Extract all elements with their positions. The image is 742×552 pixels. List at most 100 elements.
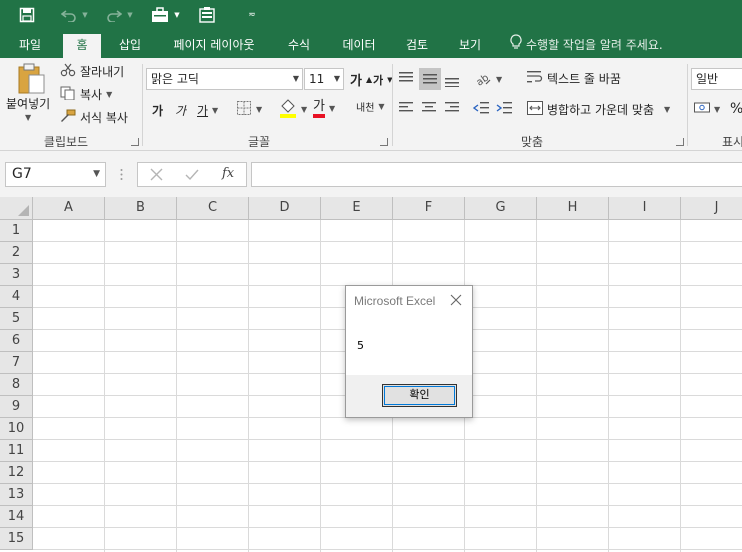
ok-button[interactable]: 확인 (382, 384, 457, 407)
column-header-h[interactable]: H (537, 197, 609, 220)
align-bottom-icon[interactable] (445, 71, 463, 91)
tab-file[interactable]: 파일 (8, 34, 52, 58)
font-color-button[interactable]: 가 ▼ (313, 99, 335, 118)
bold-button[interactable]: 가 (152, 102, 163, 119)
formula-bar-grip-icon[interactable] (120, 167, 123, 182)
row-header-6[interactable]: 6 (0, 330, 33, 352)
select-all-button[interactable] (0, 197, 33, 220)
merge-center-button[interactable]: 병합하고 가운데 맞춤 ▼ (527, 101, 670, 118)
row-header-7[interactable]: 7 (0, 352, 33, 374)
column-header-c[interactable]: C (177, 197, 249, 220)
row-header-15[interactable]: 15 (0, 528, 33, 550)
decrease-indent-icon[interactable] (473, 101, 489, 115)
format-painter-button[interactable]: 서식 복사 (60, 109, 128, 126)
clipboard-launcher-icon[interactable] (131, 138, 139, 146)
scissors-icon (60, 63, 76, 80)
customize-qat-icon[interactable]: ≂ (246, 4, 258, 26)
number-format-combo[interactable]: 일반 (691, 68, 742, 90)
row-header-14[interactable]: 14 (0, 506, 33, 528)
column-header-a[interactable]: A (33, 197, 105, 220)
italic-button[interactable]: 가 (175, 102, 186, 119)
redo-icon[interactable] (103, 4, 125, 26)
tab-page-layout[interactable]: 페이지 레이아웃 (163, 34, 265, 58)
font-size-combo[interactable]: 11 ▼ (304, 68, 344, 90)
cut-button[interactable]: 잘라내기 (60, 63, 124, 80)
paste-button[interactable]: 붙여넣기 ▼ (6, 97, 50, 125)
column-header-f[interactable]: F (393, 197, 465, 220)
align-center-icon[interactable] (422, 102, 436, 114)
undo-dropdown-icon[interactable]: ▼ (80, 4, 90, 26)
grow-font-label: 가 (350, 74, 362, 89)
row-header-11[interactable]: 11 (0, 440, 33, 462)
column-header-i[interactable]: I (609, 197, 681, 220)
tab-review[interactable]: 검토 (397, 34, 437, 58)
redo-dropdown-icon[interactable]: ▼ (125, 4, 135, 26)
grow-font-button[interactable]: 가 ▲ (350, 70, 372, 89)
fill-color-button[interactable]: ▼ (279, 98, 307, 121)
underline-button[interactable]: 가 ▼ (197, 102, 218, 119)
font-group-label: 글꼴 (247, 135, 271, 149)
paste-label: 붙여넣기 (6, 97, 51, 111)
font-name-combo[interactable]: 맑은 고딕 ▼ (146, 68, 303, 90)
tab-data[interactable]: 데이터 (333, 34, 385, 58)
number-group-label: 표시 (722, 135, 742, 149)
form-icon[interactable] (196, 4, 218, 26)
column-header-j[interactable]: J (681, 197, 742, 220)
paste-icon[interactable] (16, 63, 50, 94)
orientation-button[interactable]: ab ▼ (474, 70, 503, 89)
grid-column-line (608, 220, 609, 552)
align-right-icon[interactable] (445, 102, 459, 114)
undo-icon[interactable] (58, 4, 80, 26)
save-icon[interactable] (14, 4, 40, 26)
align-top-icon[interactable] (399, 68, 417, 88)
select-all-triangle-icon (18, 205, 29, 216)
row-header-10[interactable]: 10 (0, 418, 33, 440)
copy-button[interactable]: 복사 ▼ (60, 86, 112, 103)
enter-icon[interactable] (185, 168, 199, 184)
increase-indent-icon[interactable] (496, 101, 512, 115)
accounting-format-button[interactable]: ▼ (694, 101, 720, 118)
percent-button[interactable]: % (730, 101, 742, 117)
tab-formulas[interactable]: 수식 (277, 34, 321, 58)
row-header-4[interactable]: 4 (0, 286, 33, 308)
format-painter-label: 서식 복사 (80, 111, 128, 125)
row-header-5[interactable]: 5 (0, 308, 33, 330)
phonetic-button[interactable]: 내천 ▼ (356, 99, 385, 114)
font-name-value: 맑은 고딕 (151, 72, 199, 86)
tab-insert[interactable]: 삽입 (110, 34, 150, 58)
row-header-8[interactable]: 8 (0, 374, 33, 396)
cancel-icon[interactable] (150, 168, 163, 184)
tell-me-box[interactable]: 수행할 작업을 알려 주세요. (510, 34, 663, 56)
row-header-1[interactable]: 1 (0, 220, 33, 242)
formula-input[interactable] (251, 162, 742, 187)
name-box[interactable]: G7 ▼ (5, 162, 106, 187)
alignment-launcher-icon[interactable] (676, 138, 684, 146)
font-launcher-icon[interactable] (380, 138, 388, 146)
align-middle-icon[interactable] (419, 68, 441, 90)
merge-center-label: 병합하고 가운데 맞춤 (547, 103, 654, 117)
underline-dropdown-icon: ▼ (212, 106, 219, 115)
row-header-13[interactable]: 13 (0, 484, 33, 506)
borders-button[interactable]: ▼ (236, 100, 262, 119)
row-header-2[interactable]: 2 (0, 242, 33, 264)
tab-view[interactable]: 보기 (449, 34, 491, 58)
insert-function-icon[interactable]: fx (222, 166, 234, 181)
tab-home[interactable]: 홈 (63, 34, 101, 58)
close-icon[interactable] (448, 292, 464, 308)
font-color-dropdown-icon: ▼ (328, 104, 336, 113)
briefcase-dropdown-icon[interactable]: ▼ (172, 4, 182, 26)
wrap-text-button[interactable]: 텍스트 줄 바꿈 (527, 70, 621, 87)
phonetic-dropdown-icon: ▼ (378, 102, 385, 111)
column-header-d[interactable]: D (249, 197, 321, 220)
grid-row-line (33, 461, 742, 462)
briefcase-icon[interactable] (149, 4, 171, 26)
column-header-e[interactable]: E (321, 197, 393, 220)
row-header-9[interactable]: 9 (0, 396, 33, 418)
row-header-3[interactable]: 3 (0, 264, 33, 286)
align-left-icon[interactable] (399, 102, 413, 114)
title-bar: ▼ ▼ ▼ ≂ (0, 0, 742, 31)
column-header-b[interactable]: B (105, 197, 177, 220)
column-header-g[interactable]: G (465, 197, 537, 220)
row-header-12[interactable]: 12 (0, 462, 33, 484)
shrink-font-button[interactable]: 가 ▼ (373, 72, 393, 88)
